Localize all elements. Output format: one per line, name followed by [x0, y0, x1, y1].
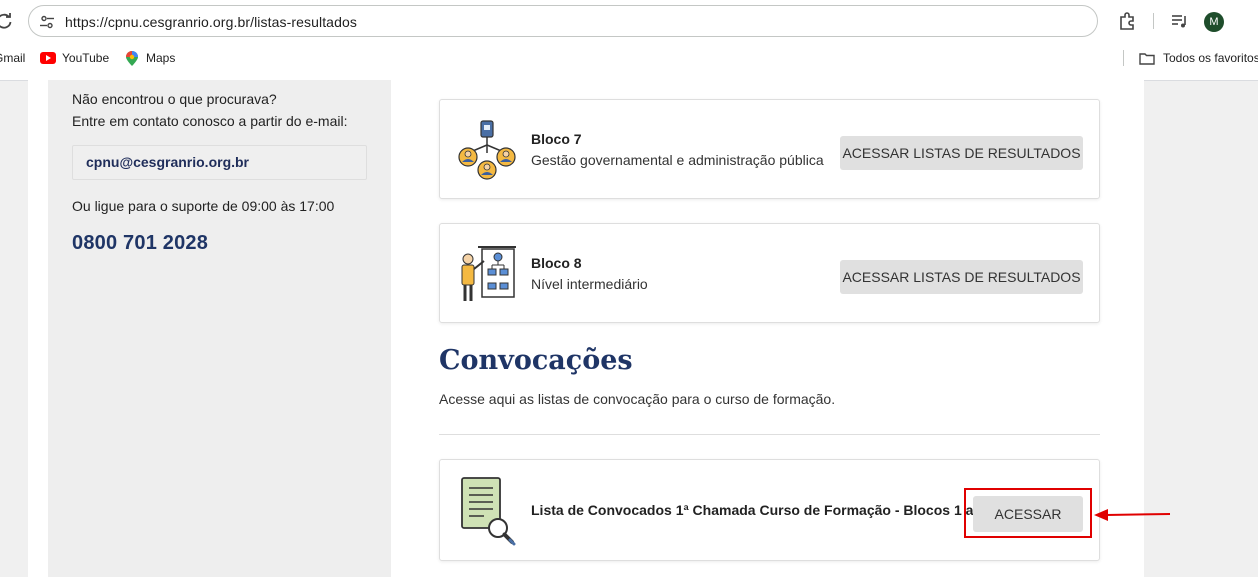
bookmark-maps[interactable]: Maps [146, 51, 175, 65]
annotation-arrow-icon [1094, 509, 1171, 521]
toolbar-separator [1153, 13, 1154, 29]
org-chart-people-icon [458, 120, 516, 180]
maps-icon [126, 51, 138, 66]
site-settings-icon[interactable] [39, 14, 55, 30]
help-text: Não encontrou o que procurava? Entre em … [72, 88, 347, 132]
address-bar[interactable]: https://cpnu.cesgranrio.org.br/listas-re… [28, 5, 1098, 37]
bloco-8-title: Bloco 8 [531, 255, 582, 271]
contact-email[interactable]: cpnu@cesgranrio.org.br [86, 154, 249, 170]
phone-support-label: Ou ligue para o suporte de 09:00 às 17:0… [72, 198, 335, 214]
youtube-icon [40, 52, 56, 64]
annotation-highlight-box [964, 488, 1092, 538]
bookmark-gmail[interactable]: Gmail [0, 51, 25, 65]
bloco-7-subtitle: Gestão governamental e administração púb… [531, 152, 824, 168]
reload-icon[interactable] [0, 11, 14, 31]
support-phone: 0800 701 2028 [72, 232, 209, 254]
contact-sidebar: Não encontrou o que procurava? Entre em … [48, 80, 391, 577]
browser-toolbar: https://cpnu.cesgranrio.org.br/listas-re… [0, 0, 1258, 81]
section-divider [439, 434, 1100, 435]
bloco-7-access-button[interactable]: ACESSAR LISTAS DE RESULTADOS [840, 136, 1083, 170]
media-queue-icon[interactable] [1170, 11, 1190, 31]
convocacoes-heading: Convocações [439, 345, 633, 376]
bloco-8-card: Bloco 8 Nível intermediário ACESSAR LIST… [439, 223, 1100, 323]
bookmark-separator [1123, 50, 1124, 66]
contact-email-box: cpnu@cesgranrio.org.br [72, 145, 367, 180]
help-line-2: Entre em contato conosco a partir do e-m… [72, 113, 348, 129]
url-text[interactable]: https://cpnu.cesgranrio.org.br/listas-re… [65, 14, 357, 30]
bookmark-youtube[interactable]: YouTube [62, 51, 109, 65]
bloco-8-access-button[interactable]: ACESSAR LISTAS DE RESULTADOS [840, 260, 1083, 294]
bloco-7-title: Bloco 7 [531, 131, 582, 147]
presentation-board-icon [461, 246, 516, 301]
convocados-list-title: Lista de Convocados 1ª Chamada Curso de … [531, 502, 986, 518]
convocacoes-description: Acesse aqui as listas de convocação para… [439, 391, 836, 407]
profile-avatar[interactable]: M [1204, 12, 1224, 32]
extensions-icon[interactable] [1117, 11, 1137, 31]
help-line-1: Não encontrou o que procurava? [72, 91, 277, 107]
page-content: Não encontrou o que procurava? Entre em … [28, 80, 1144, 577]
folder-icon [1139, 53, 1155, 65]
document-search-icon [461, 477, 516, 546]
all-bookmarks-folder[interactable]: Todos os favoritos [1163, 51, 1258, 65]
bloco-8-subtitle: Nível intermediário [531, 276, 648, 292]
bloco-7-card: Bloco 7 Gestão governamental e administr… [439, 99, 1100, 199]
